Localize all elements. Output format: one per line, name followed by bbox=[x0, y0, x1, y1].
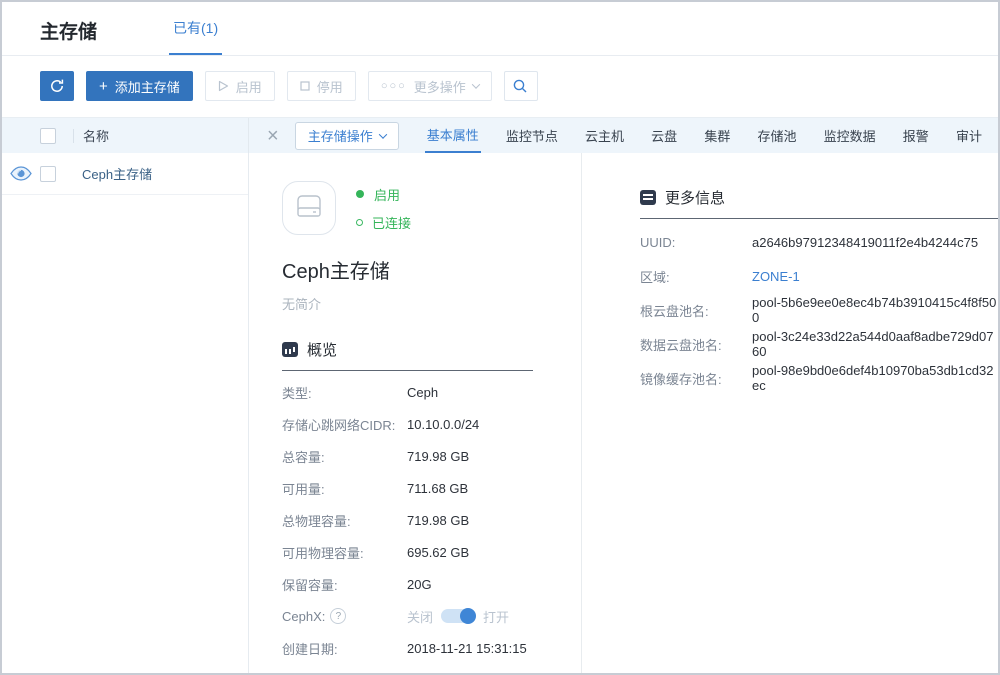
app-window: 主存储 已有(1) + 添加主存储 启用 停用 ○○○ 更多操作 bbox=[0, 0, 1000, 675]
more-info-section-header: 更多信息 bbox=[640, 187, 998, 219]
field-available-physical-capacity: 可用物理容量: 695.62 GB bbox=[282, 536, 533, 568]
field-zone: 区域: ZONE-1 bbox=[640, 259, 998, 293]
field-heartbeat-cidr: 存储心跳网络CIDR: 10.10.0.0/24 bbox=[282, 408, 533, 440]
toggle-on-label: 打开 bbox=[483, 607, 509, 626]
select-all-checkbox[interactable] bbox=[40, 128, 56, 144]
plus-icon: + bbox=[99, 78, 108, 95]
field-total-physical-capacity: 总物理容量: 719.98 GB bbox=[282, 504, 533, 536]
search-button[interactable] bbox=[504, 71, 538, 101]
refresh-icon bbox=[49, 78, 65, 94]
more-actions-label: 更多操作 bbox=[414, 77, 466, 96]
tab-clusters[interactable]: 集群 bbox=[702, 118, 732, 153]
content-header-strip: 名称 × 主存储操作 基本属性 监控节点 云主机 云盘 集群 存储池 监控数据 … bbox=[2, 117, 998, 153]
status-connected: 已连接 bbox=[356, 213, 411, 232]
field-last-op-date: 最后操作日期: 2018-11-21 16:25:44 bbox=[282, 664, 533, 675]
status-column: 启用 已连接 bbox=[356, 181, 411, 235]
enabled-dot-icon bbox=[356, 190, 364, 198]
field-image-cache-pool: 镜像缓存池名: pool-98e9bd0e6def4b10970ba53db1c… bbox=[640, 361, 998, 395]
page-title: 主存储 bbox=[40, 17, 97, 55]
add-primary-storage-label: 添加主存储 bbox=[115, 77, 180, 96]
detail-header: × 主存储操作 基本属性 监控节点 云主机 云盘 集群 存储池 监控数据 报警 … bbox=[249, 118, 998, 153]
more-info-title: 更多信息 bbox=[665, 187, 725, 208]
search-icon bbox=[512, 78, 529, 95]
chevron-down-icon bbox=[472, 80, 480, 88]
tab-audit[interactable]: 审计 bbox=[954, 118, 984, 153]
content-body: Ceph主存储 启用 bbox=[2, 153, 998, 673]
column-divider bbox=[73, 129, 74, 143]
overview-title: 概览 bbox=[307, 339, 337, 360]
close-icon[interactable]: × bbox=[267, 126, 279, 146]
connected-dot-icon bbox=[356, 219, 363, 226]
tab-volumes[interactable]: 云盘 bbox=[649, 118, 679, 153]
field-cephx: CephX: ? 关闭 打开 bbox=[282, 600, 533, 632]
tab-vm-instances[interactable]: 云主机 bbox=[583, 118, 626, 153]
primary-storage-icon bbox=[282, 181, 336, 235]
add-primary-storage-button[interactable]: + 添加主存储 bbox=[86, 71, 193, 101]
disable-button[interactable]: 停用 bbox=[287, 71, 356, 101]
stop-icon bbox=[300, 81, 310, 91]
field-available-capacity: 可用量: 711.68 GB bbox=[282, 472, 533, 504]
field-total-capacity: 总容量: 719.98 GB bbox=[282, 440, 533, 472]
more-info-fields: UUID: a2646b97912348419011f2e4b4244c75 区… bbox=[640, 225, 998, 395]
row-name[interactable]: Ceph主存储 bbox=[82, 164, 152, 183]
field-uuid: UUID: a2646b97912348419011f2e4b4244c75 bbox=[640, 225, 998, 259]
disable-label: 停用 bbox=[317, 77, 343, 96]
tab-monitor-nodes[interactable]: 监控节点 bbox=[504, 118, 560, 153]
detail-subtitle: 无简介 bbox=[282, 294, 533, 313]
storage-actions-label: 主存储操作 bbox=[308, 126, 373, 145]
toggle-knob bbox=[460, 608, 476, 624]
enable-label: 启用 bbox=[236, 77, 262, 96]
status-enabled-label: 启用 bbox=[374, 185, 400, 204]
storage-list: Ceph主存储 bbox=[2, 153, 249, 673]
chevron-down-icon bbox=[378, 130, 386, 138]
more-dots-icon: ○○○ bbox=[381, 80, 407, 92]
more-actions-button[interactable]: ○○○ 更多操作 bbox=[368, 71, 492, 101]
field-data-volume-pool: 数据云盘池名: pool-3c24e33d22a544d0aaf8adbe729… bbox=[640, 327, 998, 361]
zone-link[interactable]: ZONE-1 bbox=[752, 269, 800, 284]
tab-basic-properties[interactable]: 基本属性 bbox=[425, 118, 481, 153]
field-create-date: 创建日期: 2018-11-21 15:31:15 bbox=[282, 632, 533, 664]
more-info-icon bbox=[640, 190, 656, 205]
refresh-button[interactable] bbox=[40, 71, 74, 101]
tab-alerts[interactable]: 报警 bbox=[901, 118, 931, 153]
overview-fields: 类型: Ceph 存储心跳网络CIDR: 10.10.0.0/24 总容量: 7… bbox=[282, 376, 533, 675]
tab-monitor-data[interactable]: 监控数据 bbox=[822, 118, 878, 153]
toggle-off-label: 关闭 bbox=[407, 607, 433, 626]
status-connected-label: 已连接 bbox=[372, 213, 411, 232]
row-checkbox[interactable] bbox=[40, 166, 56, 182]
field-reserved-capacity: 保留容量: 20G bbox=[282, 568, 533, 600]
eye-icon[interactable] bbox=[2, 166, 40, 181]
table-header: 名称 bbox=[2, 118, 249, 153]
help-icon[interactable]: ? bbox=[330, 608, 346, 624]
column-header-name: 名称 bbox=[83, 126, 109, 145]
field-root-volume-pool: 根云盘池名: pool-5b6e9ee0e8ec4b74b3910415c4f8… bbox=[640, 293, 998, 327]
toolbar: + 添加主存储 启用 停用 ○○○ 更多操作 bbox=[2, 56, 998, 116]
table-row[interactable]: Ceph主存储 bbox=[2, 153, 248, 195]
overview-section-header: 概览 bbox=[282, 339, 533, 371]
play-icon bbox=[218, 80, 229, 92]
overview-icon bbox=[282, 342, 298, 357]
tab-storage-pools[interactable]: 存储池 bbox=[755, 118, 798, 153]
field-type: 类型: Ceph bbox=[282, 376, 533, 408]
tab-existing[interactable]: 已有(1) bbox=[169, 2, 222, 55]
cephx-label: CephX: bbox=[282, 609, 325, 624]
status-enabled: 启用 bbox=[356, 185, 411, 204]
detail-tabs: 基本属性 监控节点 云主机 云盘 集群 存储池 监控数据 报警 审计 bbox=[425, 118, 984, 153]
cephx-toggle[interactable] bbox=[441, 609, 475, 623]
detail-panel-right: 更多信息 UUID: a2646b97912348419011f2e4b4244… bbox=[582, 153, 998, 673]
content-area: 名称 × 主存储操作 基本属性 监控节点 云主机 云盘 集群 存储池 监控数据 … bbox=[2, 117, 998, 673]
page-header: 主存储 已有(1) bbox=[2, 2, 998, 56]
storage-actions-button[interactable]: 主存储操作 bbox=[295, 122, 399, 150]
detail-title: Ceph主存储 bbox=[282, 255, 533, 284]
enable-button[interactable]: 启用 bbox=[205, 71, 275, 101]
detail-panel-left: 启用 已连接 Ceph主存储 无简介 概览 bbox=[249, 153, 582, 673]
